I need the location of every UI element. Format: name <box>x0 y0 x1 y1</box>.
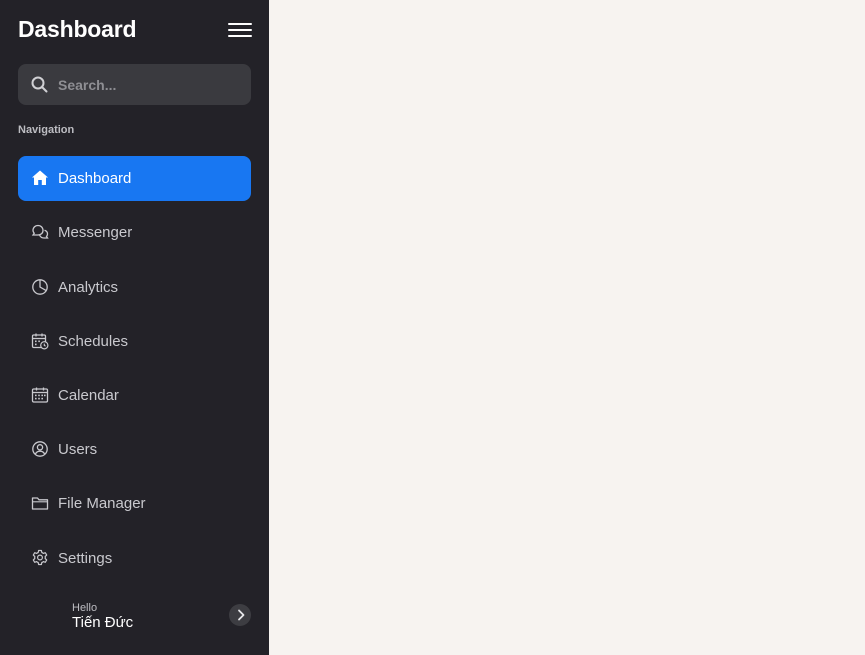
sidebar: Dashboard Navigation Dashboard Messenger <box>0 0 269 655</box>
sidebar-item-analytics[interactable]: Analytics <box>18 265 251 310</box>
chat-icon <box>31 224 49 239</box>
sidebar-item-label: Schedules <box>58 333 129 350</box>
sidebar-item-label: Analytics <box>58 279 119 296</box>
sidebar-item-label: Messenger <box>58 224 133 241</box>
hamburger-line <box>228 29 252 31</box>
main-content <box>269 0 865 655</box>
sidebar-item-dashboard[interactable]: Dashboard <box>18 156 251 201</box>
sidebar-item-label: Dashboard <box>58 170 132 187</box>
user-greeting: Hello <box>72 602 98 614</box>
user-profile: Hello Tiến Đức <box>72 602 133 632</box>
home-icon <box>32 170 48 185</box>
user-name: Tiến Đức <box>72 614 134 631</box>
user-icon <box>32 441 48 457</box>
sidebar-item-settings[interactable]: Settings <box>18 536 251 581</box>
hamburger-line <box>228 35 252 37</box>
gear-icon <box>32 549 48 566</box>
sidebar-item-file-manager[interactable]: File Manager <box>18 481 251 526</box>
user-menu-button[interactable] <box>229 604 251 626</box>
sidebar-title: Dashboard <box>18 16 137 42</box>
nav-heading: Navigation <box>18 124 75 136</box>
search-input[interactable] <box>58 64 243 105</box>
hamburger-line <box>228 23 252 25</box>
sidebar-item-schedules[interactable]: Schedules <box>18 319 251 364</box>
chevron-right-icon <box>238 609 245 621</box>
sidebar-item-label: Users <box>58 441 98 458</box>
sidebar-item-messenger[interactable]: Messenger <box>18 210 251 255</box>
sidebar-item-label: Settings <box>58 550 113 567</box>
search-icon <box>31 76 48 93</box>
sidebar-item-label: File Manager <box>58 495 146 512</box>
pie-chart-icon <box>32 279 48 295</box>
calendar-icon <box>31 387 49 403</box>
schedule-icon <box>31 333 49 350</box>
menu-toggle-button[interactable] <box>228 22 252 38</box>
sidebar-item-label: Calendar <box>58 387 119 404</box>
sidebar-item-users[interactable]: Users <box>18 427 251 472</box>
folder-icon <box>31 497 49 510</box>
search-box <box>18 64 251 105</box>
sidebar-item-calendar[interactable]: Calendar <box>18 373 251 418</box>
